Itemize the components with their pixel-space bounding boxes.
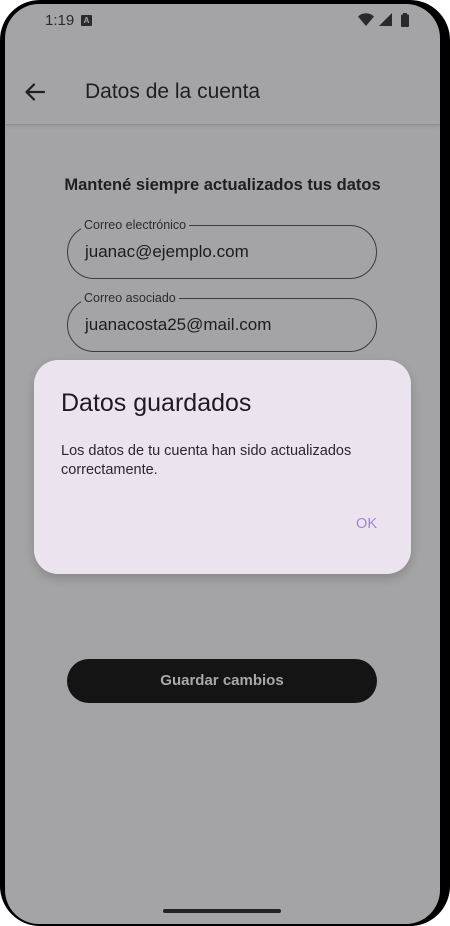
email-field[interactable]: Correo electrónico juanac@ejemplo.com (67, 217, 377, 279)
saved-dialog: Datos guardados Los datos de tu cuenta h… (34, 360, 411, 574)
status-time: 1:19 (45, 12, 75, 29)
battery-icon (401, 13, 409, 27)
signal-icon (378, 13, 392, 26)
home-indicator[interactable] (163, 909, 281, 913)
status-bar: 1:19 A (5, 4, 440, 38)
dialog-message: Los datos de tu cuenta han sido actualiz… (61, 443, 352, 478)
status-icons (358, 13, 410, 27)
save-changes-button[interactable]: Guardar cambios (67, 659, 377, 703)
dialog-title: Datos guardados (61, 389, 252, 417)
associated-email-field[interactable]: Correo asociado juanacosta25@mail.com (67, 290, 377, 352)
screen: 1:19 A Datos de la cuenta Mantené siempr… (5, 4, 440, 924)
associated-email-field-value: juanacosta25@mail.com (85, 315, 272, 334)
wifi-icon (358, 13, 375, 26)
a-icon: A (81, 15, 92, 26)
ok-button[interactable]: OK (356, 516, 377, 532)
email-field-label: Correo electrónico (81, 217, 190, 233)
associated-email-field-label: Correo asociado (81, 290, 179, 306)
app-bar: Datos de la cuenta (5, 60, 440, 125)
section-subtitle: Mantené siempre actualizados tus datos (64, 176, 381, 194)
device-frame: 1:19 A Datos de la cuenta Mantené siempr… (0, 0, 450, 926)
arrow-back-icon (25, 83, 46, 101)
back-button[interactable] (21, 78, 49, 106)
page-title: Datos de la cuenta (85, 80, 261, 103)
email-field-value: juanac@ejemplo.com (85, 242, 249, 261)
